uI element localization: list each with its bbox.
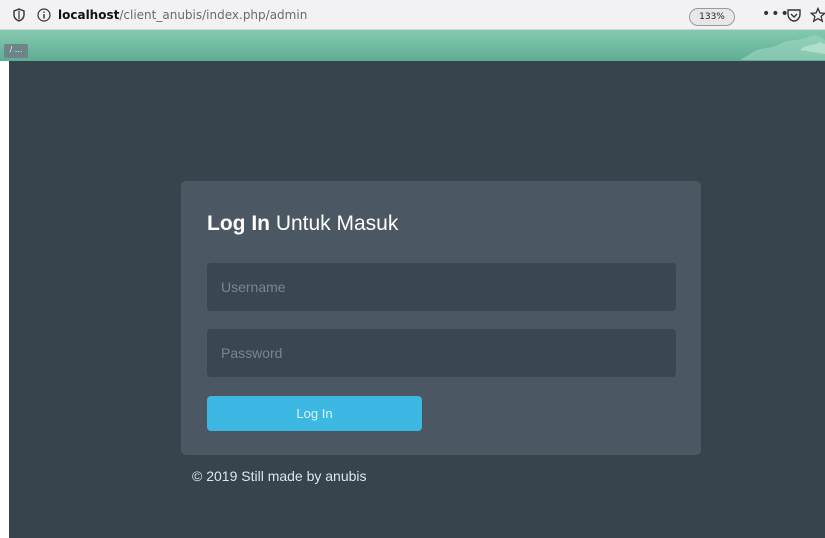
decorative-cloud-icon xyxy=(740,35,825,60)
address-url[interactable]: localhost/client_anubis/index.php/admin xyxy=(58,8,307,22)
footer-copyright: © 2019 Still made by anubis xyxy=(192,468,367,484)
username-input[interactable] xyxy=(207,263,676,311)
login-title: Log In Untuk Masuk xyxy=(207,212,398,236)
pocket-icon[interactable] xyxy=(786,7,802,23)
info-icon[interactable] xyxy=(37,8,51,22)
url-path: /client_anubis/index.php/admin xyxy=(119,8,308,22)
url-host: localhost xyxy=(58,8,120,22)
zoom-level-badge[interactable]: 133% xyxy=(689,8,735,26)
login-button[interactable]: Log In xyxy=(207,396,422,431)
header-band xyxy=(0,30,825,61)
login-title-rest: Untuk Masuk xyxy=(269,212,399,235)
band-chip: / ... xyxy=(4,44,28,58)
login-title-bold: Log In xyxy=(207,212,270,235)
star-icon[interactable] xyxy=(810,7,825,23)
shield-icon[interactable] xyxy=(12,8,26,22)
browser-url-bar: localhost/client_anubis/index.php/admin … xyxy=(0,0,825,30)
password-input[interactable] xyxy=(207,329,676,377)
